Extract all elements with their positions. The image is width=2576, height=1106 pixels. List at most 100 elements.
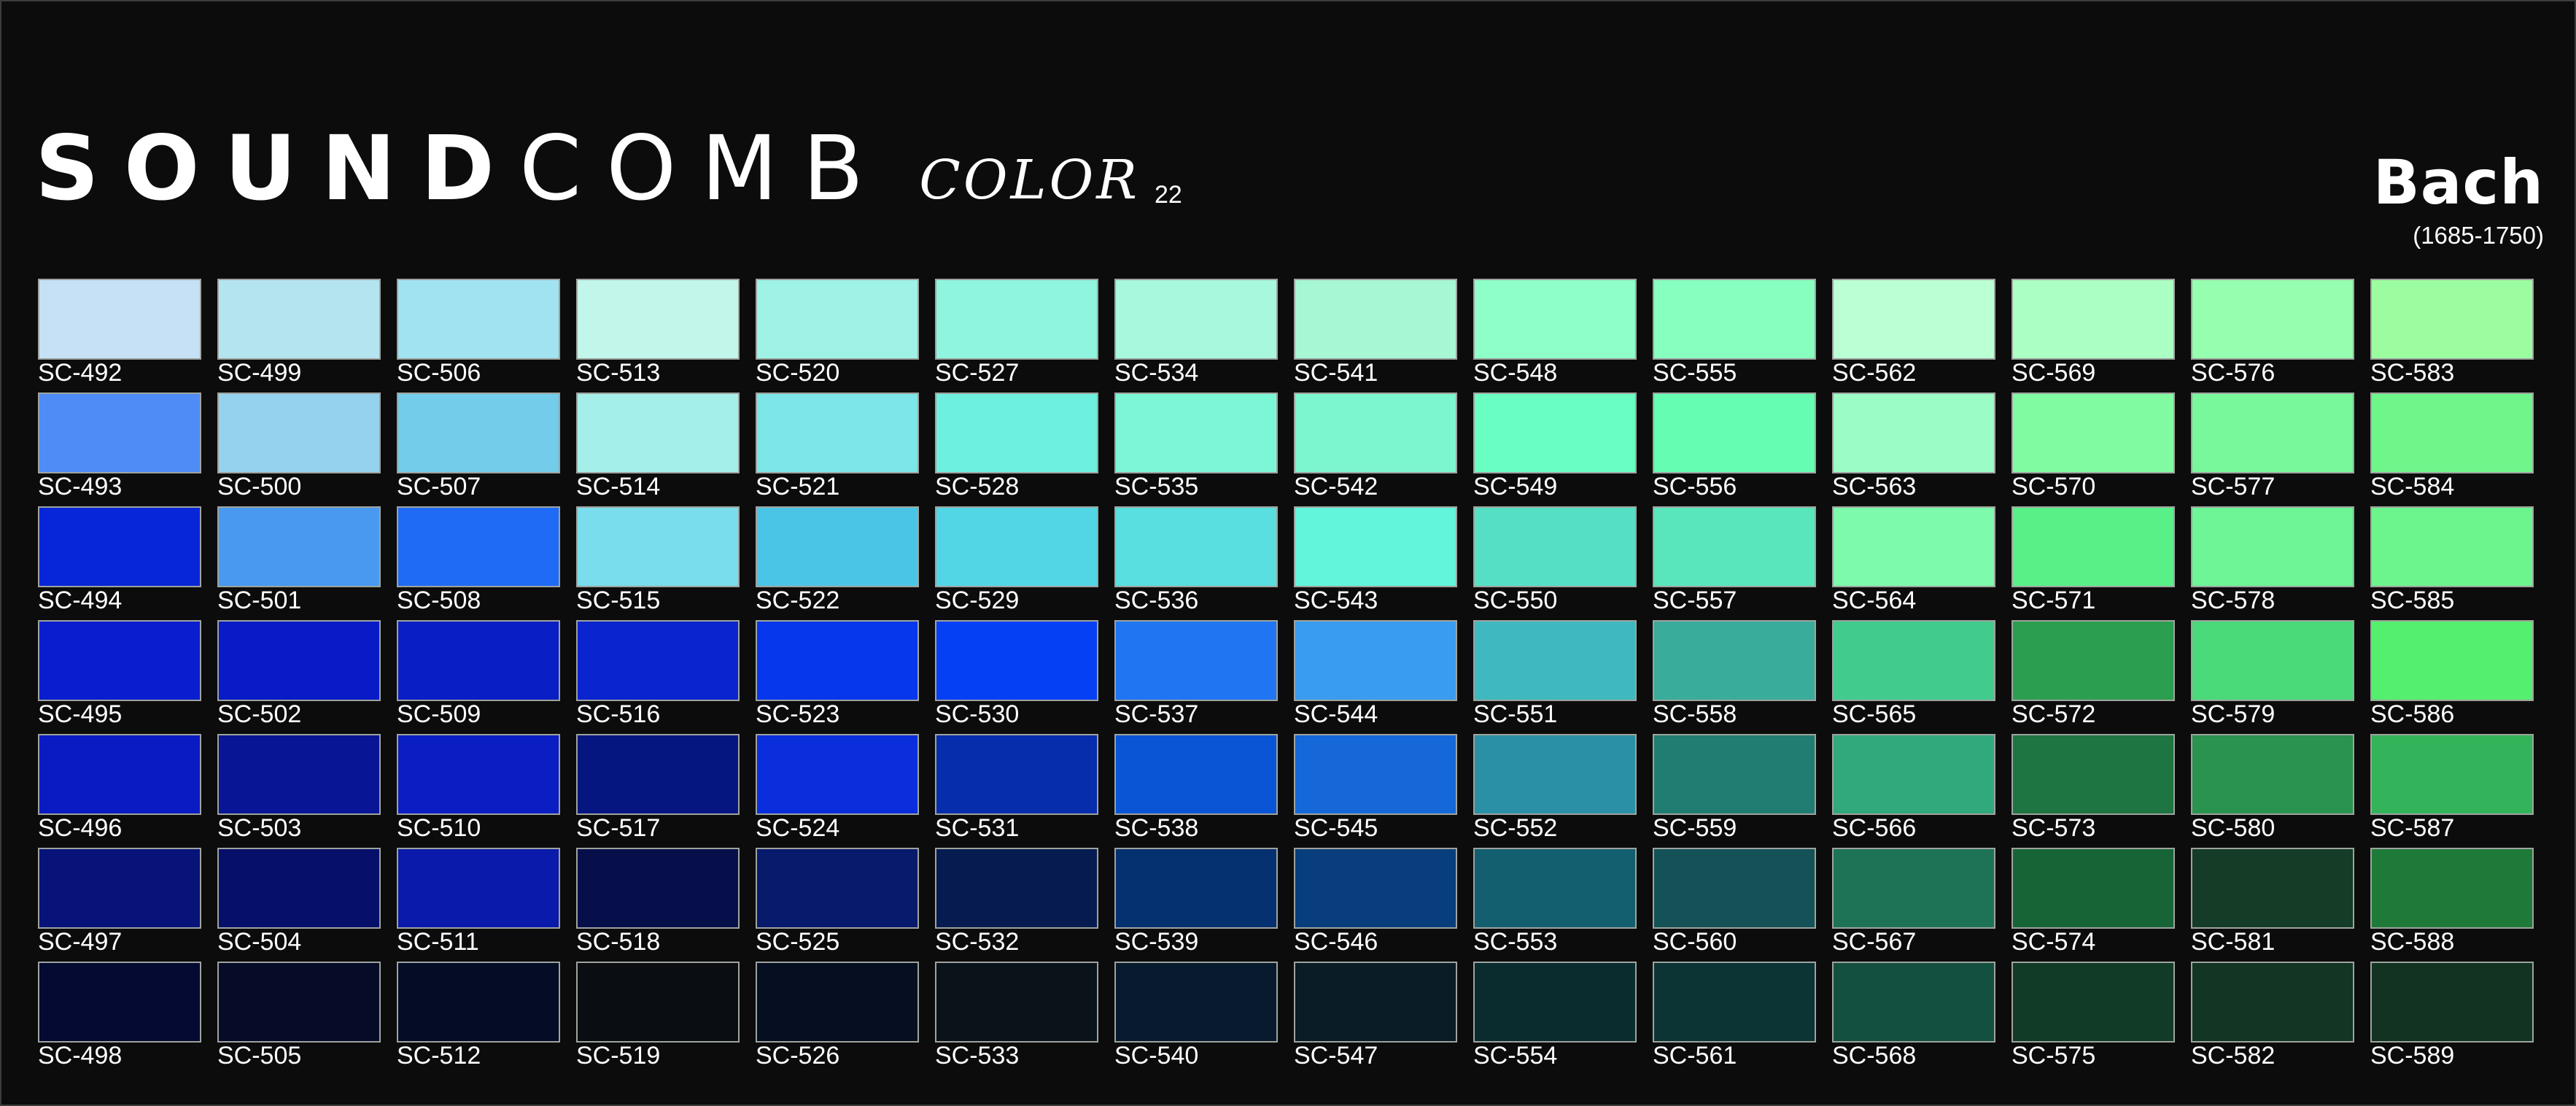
swatch-cell: SC-523 — [756, 620, 919, 734]
swatch-code-label: SC-499 — [217, 359, 302, 387]
swatch-cell: SC-580 — [2191, 734, 2354, 848]
swatch-cell: SC-574 — [2011, 848, 2175, 962]
swatch-code-label: SC-573 — [2011, 814, 2096, 842]
color-swatch — [935, 734, 1098, 815]
color-swatch — [1653, 962, 1816, 1043]
swatch-cell: SC-497 — [38, 848, 201, 962]
swatch-code-label: SC-587 — [2370, 814, 2455, 842]
swatch-cell: SC-518 — [576, 848, 740, 962]
color-swatch — [1114, 392, 1278, 473]
swatch-cell: SC-542 — [1294, 392, 1457, 506]
color-swatch — [2191, 734, 2354, 815]
swatch-cell: SC-572 — [2011, 620, 2175, 734]
swatch-cell: SC-575 — [2011, 962, 2175, 1075]
color-swatch — [38, 734, 201, 815]
color-swatch — [217, 734, 381, 815]
color-swatch — [217, 392, 381, 473]
color-swatch — [2011, 506, 2175, 587]
color-swatch — [756, 620, 919, 701]
swatch-cell: SC-529 — [935, 506, 1098, 620]
swatch-code-label: SC-562 — [1832, 359, 1917, 387]
composer-years: (1685-1750) — [2413, 222, 2544, 249]
swatch-code-label: SC-518 — [576, 928, 661, 956]
swatch-cell: SC-538 — [1114, 734, 1278, 848]
swatch-cell: SC-581 — [2191, 848, 2354, 962]
swatch-cell: SC-510 — [397, 734, 560, 848]
swatch-cell: SC-583 — [2370, 279, 2534, 392]
swatch-cell: SC-569 — [2011, 279, 2175, 392]
color-swatch — [1473, 848, 1637, 929]
swatch-code-label: SC-566 — [1832, 814, 1917, 842]
swatch-code-label: SC-529 — [935, 587, 1020, 614]
color-swatch — [397, 392, 560, 473]
swatch-cell: SC-545 — [1294, 734, 1457, 848]
color-swatch — [38, 392, 201, 473]
composer-name: Bach — [2373, 147, 2544, 218]
color-swatch — [1473, 734, 1637, 815]
swatch-code-label: SC-551 — [1473, 700, 1558, 728]
swatch-code-label: SC-570 — [2011, 473, 2096, 500]
color-swatch — [576, 392, 740, 473]
color-swatch — [217, 279, 381, 360]
swatch-code-label: SC-507 — [397, 473, 481, 500]
swatch-code-label: SC-569 — [2011, 359, 2096, 387]
swatch-cell: SC-503 — [217, 734, 381, 848]
color-swatch — [217, 848, 381, 929]
swatch-cell: SC-509 — [397, 620, 560, 734]
swatch-cell: SC-549 — [1473, 392, 1637, 506]
swatch-cell: SC-553 — [1473, 848, 1637, 962]
color-swatch — [2370, 279, 2534, 360]
color-swatch — [1832, 620, 1995, 701]
swatch-cell: SC-543 — [1294, 506, 1457, 620]
swatch-cell: SC-577 — [2191, 392, 2354, 506]
swatch-cell: SC-560 — [1653, 848, 1816, 962]
swatch-code-label: SC-540 — [1114, 1042, 1199, 1070]
swatch-code-label: SC-494 — [38, 587, 123, 614]
color-swatch — [2370, 962, 2534, 1043]
swatch-code-label: SC-497 — [38, 928, 123, 956]
swatch-cell: SC-552 — [1473, 734, 1637, 848]
color-swatch — [1653, 620, 1816, 701]
swatch-cell: SC-511 — [397, 848, 560, 962]
color-swatch — [1473, 392, 1637, 473]
swatch-code-label: SC-536 — [1114, 587, 1199, 614]
swatch-code-label: SC-523 — [756, 700, 840, 728]
swatch-code-label: SC-542 — [1294, 473, 1378, 500]
swatch-cell: SC-566 — [1832, 734, 1995, 848]
swatch-cell: SC-502 — [217, 620, 381, 734]
swatch-code-label: SC-575 — [2011, 1042, 2096, 1070]
swatch-code-label: SC-544 — [1294, 700, 1378, 728]
swatch-code-label: SC-548 — [1473, 359, 1558, 387]
swatch-code-label: SC-543 — [1294, 587, 1378, 614]
swatch-cell: SC-568 — [1832, 962, 1995, 1075]
swatch-code-label: SC-541 — [1294, 359, 1378, 387]
color-swatch — [935, 962, 1098, 1043]
swatch-cell: SC-558 — [1653, 620, 1816, 734]
color-swatch — [1294, 620, 1457, 701]
swatch-code-label: SC-508 — [397, 587, 481, 614]
color-swatch — [756, 506, 919, 587]
swatch-code-label: SC-557 — [1653, 587, 1737, 614]
color-swatch — [756, 962, 919, 1043]
swatch-cell: SC-565 — [1832, 620, 1995, 734]
color-swatch — [1832, 506, 1995, 587]
swatch-code-label: SC-496 — [38, 814, 123, 842]
color-swatch — [1114, 734, 1278, 815]
color-swatch — [576, 506, 740, 587]
swatch-cell: SC-517 — [576, 734, 740, 848]
swatch-code-label: SC-574 — [2011, 928, 2096, 956]
color-swatch — [2370, 734, 2534, 815]
swatch-code-label: SC-512 — [397, 1042, 481, 1070]
color-swatch — [38, 620, 201, 701]
swatch-cell: SC-524 — [756, 734, 919, 848]
swatch-cell: SC-515 — [576, 506, 740, 620]
color-swatch — [1653, 279, 1816, 360]
swatch-code-label: SC-493 — [38, 473, 123, 500]
swatch-cell: SC-537 — [1114, 620, 1278, 734]
color-swatch — [935, 506, 1098, 587]
color-swatch — [217, 962, 381, 1043]
color-swatch — [38, 506, 201, 587]
swatch-cell: SC-584 — [2370, 392, 2534, 506]
color-swatch — [576, 279, 740, 360]
swatch-cell: SC-514 — [576, 392, 740, 506]
